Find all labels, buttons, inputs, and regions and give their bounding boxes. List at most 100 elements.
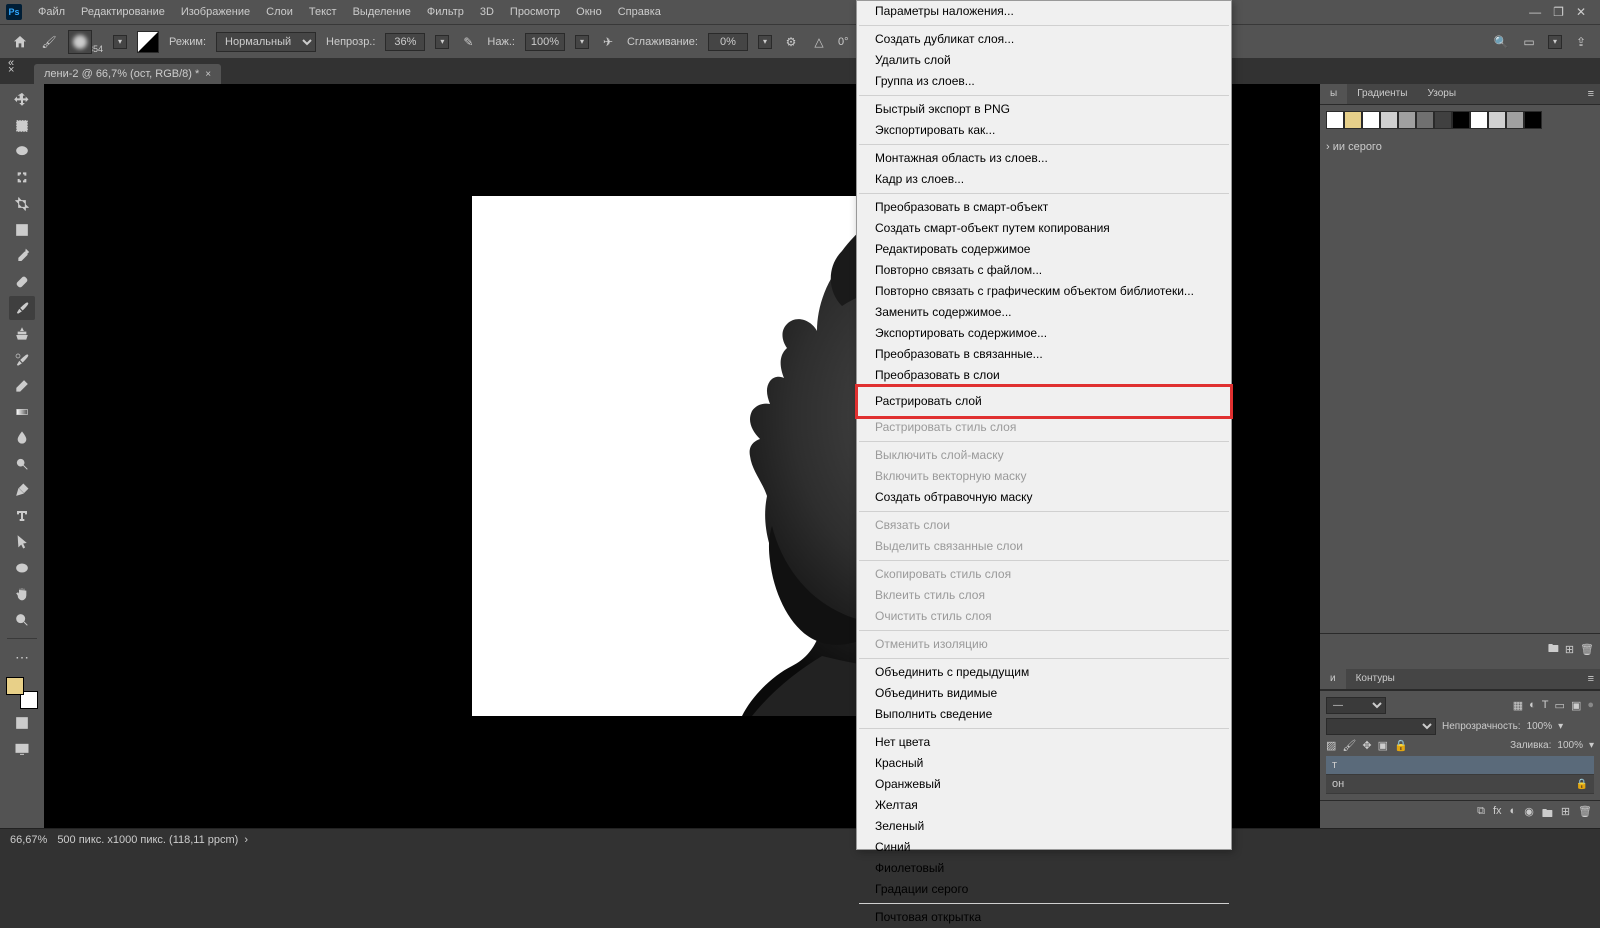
document-info[interactable]: 500 пикс. x1000 пикс. (118,11 ppcm)	[57, 834, 238, 846]
context-menu-item[interactable]: Градации серого	[857, 879, 1231, 900]
menu-file[interactable]: Файл	[30, 0, 73, 24]
context-menu-item[interactable]: Нет цвета	[857, 732, 1231, 753]
quickmask-tool[interactable]	[9, 711, 35, 735]
flow-dropdown[interactable]: ▾	[575, 35, 589, 49]
quick-select-tool[interactable]	[9, 166, 35, 190]
smoothing-value[interactable]: 0%	[708, 33, 748, 51]
path-select-tool[interactable]	[9, 530, 35, 554]
context-menu-item[interactable]: Редактировать содержимое	[857, 239, 1231, 260]
context-menu-item[interactable]: Заменить содержимое...	[857, 302, 1231, 323]
lock-transparent-icon[interactable]: ▨	[1326, 739, 1336, 752]
tab-layers[interactable]: и	[1320, 669, 1346, 689]
new-group-icon[interactable]: 🖿	[1542, 805, 1553, 824]
lock-artboard-icon[interactable]: ▣	[1378, 739, 1388, 752]
opacity-value[interactable]: 36%	[385, 33, 425, 51]
blend-mode-layer-select[interactable]	[1326, 718, 1436, 735]
screenmode-tool[interactable]	[9, 737, 35, 761]
type-tool[interactable]	[9, 504, 35, 528]
context-menu-item[interactable]: Почтовая открытка	[857, 907, 1231, 928]
brush-preview[interactable]	[68, 30, 92, 54]
swatch[interactable]	[1416, 111, 1434, 129]
eyedropper-tool[interactable]	[9, 244, 35, 268]
filter-type-icon[interactable]: T	[1542, 699, 1549, 712]
menu-view[interactable]: Просмотр	[502, 0, 568, 24]
eraser-tool[interactable]	[9, 374, 35, 398]
lock-all-icon[interactable]: 🔒	[1394, 739, 1408, 752]
clone-stamp-tool[interactable]	[9, 322, 35, 346]
swatch[interactable]	[1470, 111, 1488, 129]
window-maximize-icon[interactable]: ❐	[1553, 5, 1564, 19]
link-layers-icon[interactable]: ⧉	[1477, 805, 1485, 824]
layers-panel-menu-icon[interactable]: ≡	[1582, 669, 1600, 689]
angle-icon[interactable]: △	[810, 33, 828, 51]
gradient-tool[interactable]	[9, 400, 35, 424]
context-menu-item[interactable]: Кадр из слоев...	[857, 169, 1231, 190]
layer-style-icon[interactable]: fx	[1493, 805, 1502, 824]
menu-layers[interactable]: Слои	[258, 0, 301, 24]
context-menu-item[interactable]: Удалить слой	[857, 50, 1231, 71]
hand-tool[interactable]	[9, 582, 35, 606]
new-icon[interactable]: ⊞	[1565, 643, 1574, 656]
menu-filter[interactable]: Фильтр	[419, 0, 472, 24]
context-menu-item[interactable]: Быстрый экспорт в PNG	[857, 99, 1231, 120]
brush-preset-dropdown[interactable]: ▾	[113, 35, 127, 49]
context-menu-item[interactable]: Объединить видимые	[857, 683, 1231, 704]
menu-edit[interactable]: Редактирование	[73, 0, 173, 24]
context-menu-item[interactable]: Преобразовать в слои	[857, 365, 1231, 386]
zoom-level[interactable]: 66,67%	[10, 834, 47, 846]
document-tab[interactable]: лени-2 @ 66,7% (ост, RGB/8) * ×	[34, 64, 221, 84]
filter-adjust-icon[interactable]: ◐	[1529, 699, 1536, 712]
healing-tool[interactable]	[9, 270, 35, 294]
context-menu-item[interactable]: Повторно связать с файлом...	[857, 260, 1231, 281]
frame-tool[interactable]	[9, 218, 35, 242]
context-menu-item[interactable]: Выполнить сведение	[857, 704, 1231, 725]
marquee-tool[interactable]	[9, 114, 35, 138]
blur-tool[interactable]	[9, 426, 35, 450]
context-menu-item[interactable]: Создать дубликат слоя...	[857, 29, 1231, 50]
swatch[interactable]	[1362, 111, 1380, 129]
smoothing-dropdown[interactable]: ▾	[758, 35, 772, 49]
lasso-tool[interactable]	[9, 140, 35, 164]
menu-select[interactable]: Выделение	[345, 0, 419, 24]
lock-position-icon[interactable]: ✥	[1362, 739, 1371, 752]
swatch[interactable]	[1524, 111, 1542, 129]
new-fill-icon[interactable]: ◉	[1524, 805, 1534, 824]
layer-opacity-value[interactable]: 100%	[1527, 721, 1553, 732]
window-minimize-icon[interactable]: —	[1529, 5, 1541, 19]
dodge-tool[interactable]	[9, 452, 35, 476]
context-menu-item[interactable]: Растрировать слой	[857, 386, 1231, 417]
filter-smart-icon[interactable]: ▣	[1571, 699, 1581, 712]
context-menu-item[interactable]: Создать смарт-объект путем копирования	[857, 218, 1231, 239]
filter-image-icon[interactable]: ▦	[1513, 699, 1523, 712]
swatch[interactable]	[1506, 111, 1524, 129]
swatch[interactable]	[1398, 111, 1416, 129]
window-close-icon[interactable]: ✕	[1576, 5, 1586, 19]
context-menu-item[interactable]: Фиолетовый	[857, 858, 1231, 879]
share-icon[interactable]: ⇪	[1572, 33, 1590, 51]
new-layer-icon[interactable]: ⊞	[1561, 805, 1570, 824]
context-menu-item[interactable]: Экспортировать содержимое...	[857, 323, 1231, 344]
tab-swatches[interactable]: ы	[1320, 84, 1347, 104]
swatch[interactable]	[1326, 111, 1344, 129]
brush-swatch[interactable]	[137, 31, 159, 53]
move-tool[interactable]	[9, 88, 35, 112]
workspace-icon[interactable]: ▭	[1520, 33, 1538, 51]
blend-mode-select[interactable]: Нормальный	[216, 32, 316, 52]
layer-item[interactable]: он 🔒	[1326, 775, 1594, 794]
menu-window[interactable]: Окно	[568, 0, 610, 24]
history-brush-tool[interactable]	[9, 348, 35, 372]
settings-gear-icon[interactable]: ⚙	[782, 33, 800, 51]
tab-gradients[interactable]: Градиенты	[1347, 84, 1417, 104]
shape-tool[interactable]	[9, 556, 35, 580]
tab-paths[interactable]: Контуры	[1346, 669, 1405, 689]
layer-filter-select[interactable]: —	[1326, 697, 1386, 714]
context-menu-item[interactable]: Преобразовать в смарт-объект	[857, 197, 1231, 218]
flow-value[interactable]: 100%	[525, 33, 565, 51]
context-menu-item[interactable]: Параметры наложения...	[857, 1, 1231, 22]
context-menu-item[interactable]: Повторно связать с графическим объектом …	[857, 281, 1231, 302]
context-menu-item[interactable]: Группа из слоев...	[857, 71, 1231, 92]
swatch[interactable]	[1344, 111, 1362, 129]
context-menu-item[interactable]: Зеленый	[857, 816, 1231, 837]
color-picker[interactable]	[6, 677, 38, 709]
swatch[interactable]	[1488, 111, 1506, 129]
